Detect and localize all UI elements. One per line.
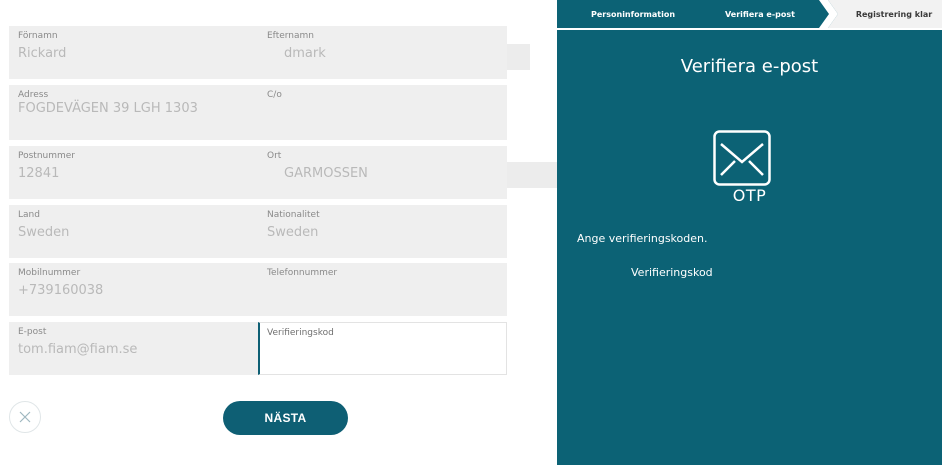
mobile-value: +739160038: [18, 283, 104, 298]
email-field[interactable]: E-post tom.fiam@fiam.se: [9, 322, 258, 375]
mobile-field[interactable]: Mobilnummer +739160038: [9, 263, 258, 316]
mobile-label: Mobilnummer: [18, 268, 81, 278]
country-label: Land: [18, 210, 40, 220]
verification-code-input[interactable]: Verifieringskod: [258, 322, 507, 375]
phone-field[interactable]: Telefonnummer: [258, 263, 507, 316]
verification-code-label: Verifieringskod: [267, 328, 334, 338]
close-button[interactable]: [9, 401, 41, 433]
address-field[interactable]: Adress FOGDEVÄGEN 39 LGH 1303: [9, 85, 258, 140]
verification-panel: Personinformation Verifiera e-post Regis…: [557, 0, 942, 465]
city-field[interactable]: Ort GARMOSSEN: [258, 146, 507, 199]
panel-title: Verifiera e-post: [680, 56, 819, 77]
firstname-label: Förnamn: [18, 31, 58, 41]
postal-code-field[interactable]: Postnummer 12841: [9, 146, 258, 199]
phone-label: Telefonnummer: [267, 268, 338, 278]
address-value: FOGDEVÄGEN 39 LGH 1303: [18, 101, 198, 116]
step-registration-complete: Registrering klar: [855, 10, 933, 19]
email-label: E-post: [18, 327, 47, 337]
country-field[interactable]: Land Sweden: [9, 205, 258, 258]
progress-steps: Personinformation Verifiera e-post Regis…: [557, 0, 942, 30]
render-artifact: [507, 44, 530, 70]
address-label: Adress: [18, 90, 49, 100]
nationality-field[interactable]: Nationalitet Sweden: [258, 205, 507, 258]
nationality-value: Sweden: [267, 225, 319, 240]
step-verify-email: Verifiera e-post: [725, 10, 795, 19]
city-value: GARMOSSEN: [284, 166, 368, 181]
firstname-field[interactable]: Förnamn Rickard: [9, 26, 258, 79]
nationality-label: Nationalitet: [267, 210, 320, 220]
lastname-label: Efternamn: [267, 31, 314, 41]
email-value: tom.fiam@fiam.se: [18, 342, 138, 357]
co-field[interactable]: C/o: [258, 85, 507, 140]
lastname-field[interactable]: Efternamn dmark: [258, 26, 507, 79]
city-label: Ort: [267, 151, 282, 161]
verification-code-heading: Verifieringskod: [631, 266, 713, 279]
firstname-value: Rickard: [18, 46, 67, 61]
step-personal-info: Personinformation: [591, 10, 676, 19]
otp-label: OTP: [732, 186, 767, 205]
postal-code-value: 12841: [18, 166, 60, 181]
postal-code-label: Postnummer: [18, 151, 76, 161]
lastname-value: dmark: [284, 46, 326, 61]
instruction-text: Ange verifieringskoden.: [577, 232, 708, 245]
close-icon: [19, 411, 31, 423]
co-label: C/o: [267, 90, 282, 100]
country-value: Sweden: [18, 225, 70, 240]
next-button[interactable]: NÄSTA: [223, 401, 348, 435]
envelope-icon: [713, 130, 771, 186]
